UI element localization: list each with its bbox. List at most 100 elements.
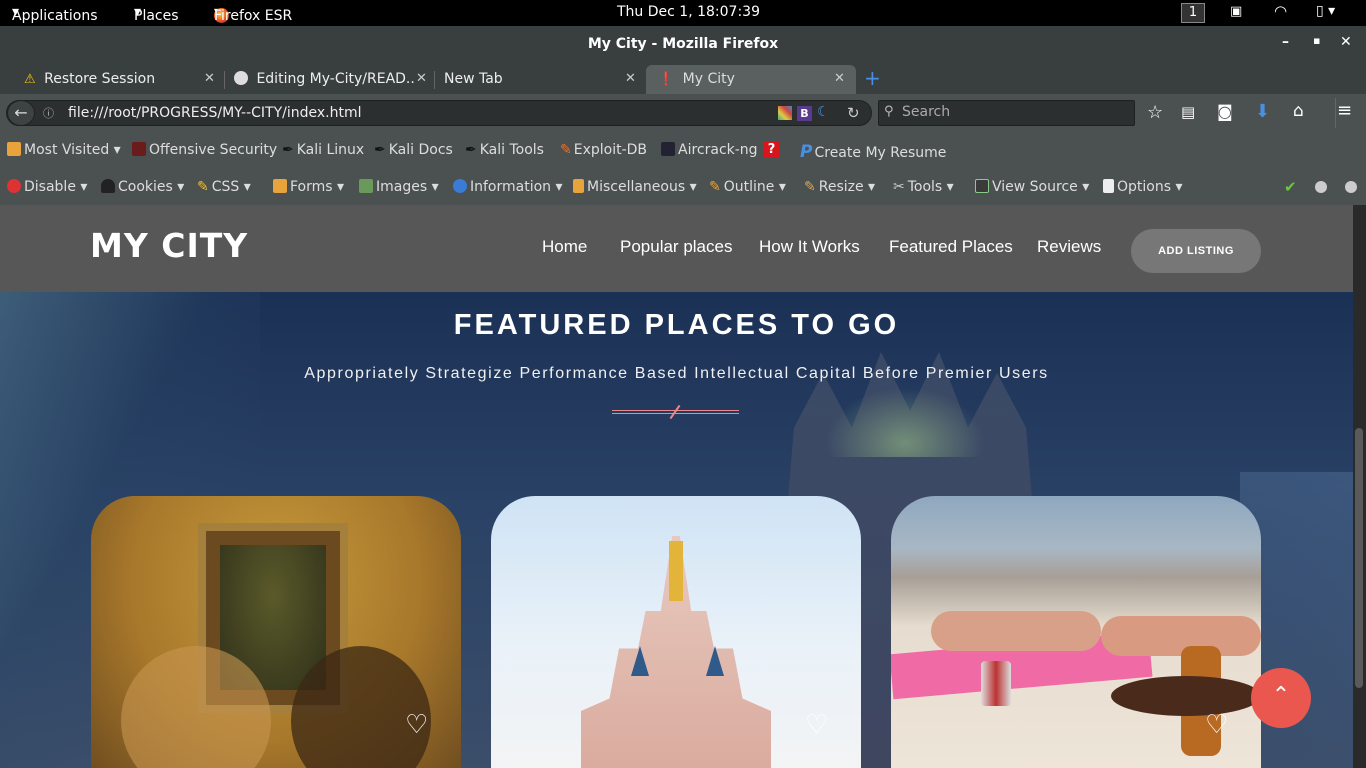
dev-tools[interactable]: ✂ Tools ▾ bbox=[893, 179, 954, 195]
system-top-bar: Applications ▾ Places ▾ Firefox ESR ▾ Th… bbox=[0, 0, 1366, 26]
window-title: My City - Mozilla Firefox bbox=[587, 36, 779, 52]
places-menu[interactable]: Places ▾ bbox=[134, 4, 179, 24]
close-window-icon[interactable]: ✕ bbox=[1340, 34, 1352, 50]
moon-icon[interactable]: ☾ bbox=[817, 104, 830, 120]
dev-cookies[interactable]: Cookies ▾ bbox=[101, 179, 184, 195]
info-icon[interactable]: ⓘ bbox=[43, 105, 54, 121]
url-text[interactable]: file:///root/PROGRESS/MY--CITY/index.htm… bbox=[68, 105, 362, 121]
back-button[interactable]: ← bbox=[7, 100, 35, 126]
tab-new-tab[interactable]: New Tab bbox=[444, 65, 624, 94]
status-dot-icon[interactable] bbox=[1345, 181, 1357, 193]
dev-disable[interactable]: Disable ▾ bbox=[7, 179, 87, 195]
nav-featured-places[interactable]: Featured Places bbox=[889, 237, 1013, 257]
favorite-heart-icon[interactable]: ♡ bbox=[1205, 710, 1228, 740]
url-bar[interactable]: ← ⓘ file:///root/PROGRESS/MY--CITY/index… bbox=[6, 100, 872, 126]
firefox-app-menu[interactable]: Firefox ESR ▾ bbox=[214, 4, 292, 24]
bookmark-label: Kali Docs bbox=[388, 142, 453, 158]
workspace-indicator[interactable]: 1 bbox=[1181, 3, 1205, 23]
bookmark-aircrack-ng[interactable]: Aircrack-ng bbox=[661, 142, 758, 158]
dev-resize[interactable]: ✎ Resize ▾ bbox=[804, 179, 875, 195]
reading-list-icon[interactable]: ▤ bbox=[1181, 103, 1195, 121]
resize-icon: ✎ bbox=[804, 179, 816, 195]
page-icon: ❗ bbox=[658, 72, 675, 87]
status-dot-icon[interactable] bbox=[1315, 181, 1327, 193]
dev-label: Information ▾ bbox=[470, 179, 563, 195]
dev-images[interactable]: Images ▾ bbox=[359, 179, 439, 195]
favorite-heart-icon[interactable]: ♡ bbox=[805, 710, 828, 740]
bookmark-kali-docs[interactable]: ✒ Kali Docs bbox=[374, 142, 453, 158]
images-icon bbox=[359, 179, 373, 193]
nav-reviews[interactable]: Reviews bbox=[1037, 237, 1101, 257]
wifi-icon[interactable]: ◠ bbox=[1274, 2, 1287, 20]
new-tab-icon[interactable]: + bbox=[864, 66, 881, 90]
tab-editing-readme[interactable]: Editing My-City/READ... bbox=[234, 65, 414, 94]
firefox-app-label: Firefox ESR bbox=[214, 8, 293, 24]
applications-menu[interactable]: Applications ▾ bbox=[12, 4, 98, 24]
camera-icon[interactable]: ▣ bbox=[1230, 4, 1242, 19]
dev-css[interactable]: ✎ CSS ▾ bbox=[197, 179, 251, 195]
close-tab-icon[interactable]: ✕ bbox=[204, 71, 215, 86]
close-tab-icon[interactable]: ✕ bbox=[834, 71, 845, 86]
minimize-icon[interactable]: – bbox=[1282, 34, 1289, 50]
nav-how-it-works[interactable]: How It Works bbox=[759, 237, 860, 257]
search-placeholder: Search bbox=[902, 104, 951, 120]
tab-label: Restore Session bbox=[44, 71, 156, 87]
tower-glow bbox=[825, 387, 985, 457]
reload-icon[interactable]: ↻ bbox=[847, 104, 860, 122]
window-title-bar: My City - Mozilla Firefox – ▪ ✕ bbox=[0, 26, 1366, 63]
checkmark-icon[interactable]: ✔ bbox=[1284, 178, 1297, 196]
place-card-mona-lisa[interactable]: ♡ bbox=[91, 496, 461, 768]
bitwarden-icon[interactable]: B bbox=[797, 106, 812, 121]
exploit-db-icon: ✎ bbox=[560, 142, 572, 158]
place-card-castle[interactable]: ♡ bbox=[491, 496, 861, 768]
castle-spire bbox=[669, 541, 683, 601]
tab-my-city[interactable]: ❗ My City bbox=[646, 65, 856, 94]
nav-popular-places[interactable]: Popular places bbox=[620, 237, 732, 257]
dev-forms[interactable]: Forms ▾ bbox=[273, 179, 344, 195]
nav-home[interactable]: Home bbox=[542, 237, 587, 257]
bookmark-offensive-security[interactable]: Offensive Security bbox=[132, 142, 277, 158]
tab-divider bbox=[224, 71, 225, 89]
bookmark-kali-tools[interactable]: ✒ Kali Tools bbox=[465, 142, 544, 158]
dev-information[interactable]: Information ▾ bbox=[453, 179, 563, 195]
place-card-beach[interactable]: ♡ bbox=[891, 496, 1261, 768]
css-icon: ✎ bbox=[197, 179, 209, 195]
home-icon[interactable]: ⌂ bbox=[1293, 101, 1304, 121]
battery-icon[interactable]: ▯ ▾ bbox=[1316, 3, 1335, 19]
download-icon[interactable]: ⬇ bbox=[1255, 101, 1270, 122]
dev-label: Cookies ▾ bbox=[118, 179, 185, 195]
resume-icon: P bbox=[800, 142, 813, 162]
beach-bag bbox=[1111, 676, 1261, 716]
help-icon[interactable]: ? bbox=[763, 141, 780, 158]
scrollbar-thumb[interactable] bbox=[1355, 428, 1363, 688]
disable-icon bbox=[7, 179, 21, 193]
bookmark-exploit-db[interactable]: ✎ Exploit-DB bbox=[560, 142, 647, 158]
close-tab-icon[interactable]: ✕ bbox=[625, 71, 636, 86]
bookmark-most-visited[interactable]: Most Visited ▾ bbox=[7, 142, 121, 158]
dev-label: Forms ▾ bbox=[290, 179, 345, 195]
extension-icon[interactable] bbox=[778, 106, 792, 120]
forms-icon bbox=[273, 179, 287, 193]
scroll-to-top-button[interactable]: ⌃ bbox=[1251, 668, 1311, 728]
site-logo[interactable]: MY CITY bbox=[90, 226, 248, 265]
bookmark-create-resume[interactable]: P Create My Resume bbox=[800, 142, 946, 162]
search-box[interactable]: ⚲ Search bbox=[878, 100, 1135, 126]
bookmarks-toolbar: Most Visited ▾ Offensive Security ✒ Kali … bbox=[0, 132, 1366, 169]
dev-miscellaneous[interactable]: Miscellaneous ▾ bbox=[573, 179, 697, 195]
add-listing-button[interactable]: ADD LISTING bbox=[1131, 229, 1261, 273]
dev-options[interactable]: Options ▾ bbox=[1103, 179, 1183, 195]
bookmark-kali-linux[interactable]: ✒ Kali Linux bbox=[282, 142, 364, 158]
maximize-icon[interactable]: ▪ bbox=[1313, 34, 1320, 47]
bookmark-star-icon[interactable]: ☆ bbox=[1147, 102, 1163, 123]
tab-restore-session[interactable]: ⚠ Restore Session bbox=[24, 65, 224, 94]
dev-outline[interactable]: ✎ Outline ▾ bbox=[709, 179, 786, 195]
pocket-icon[interactable]: ◙ bbox=[1217, 102, 1233, 121]
dev-view-source[interactable]: View Source ▾ bbox=[975, 179, 1089, 195]
web-page: MY CITY Home Popular places How It Works… bbox=[0, 205, 1353, 768]
close-tab-icon[interactable]: ✕ bbox=[416, 71, 427, 86]
favorite-heart-icon[interactable]: ♡ bbox=[405, 710, 428, 740]
warning-icon: ⚠ bbox=[24, 72, 36, 87]
menu-icon[interactable]: ≡ bbox=[1337, 100, 1352, 121]
bookmark-label: Create My Resume bbox=[814, 145, 947, 161]
bookmark-label: Exploit-DB bbox=[573, 142, 648, 158]
